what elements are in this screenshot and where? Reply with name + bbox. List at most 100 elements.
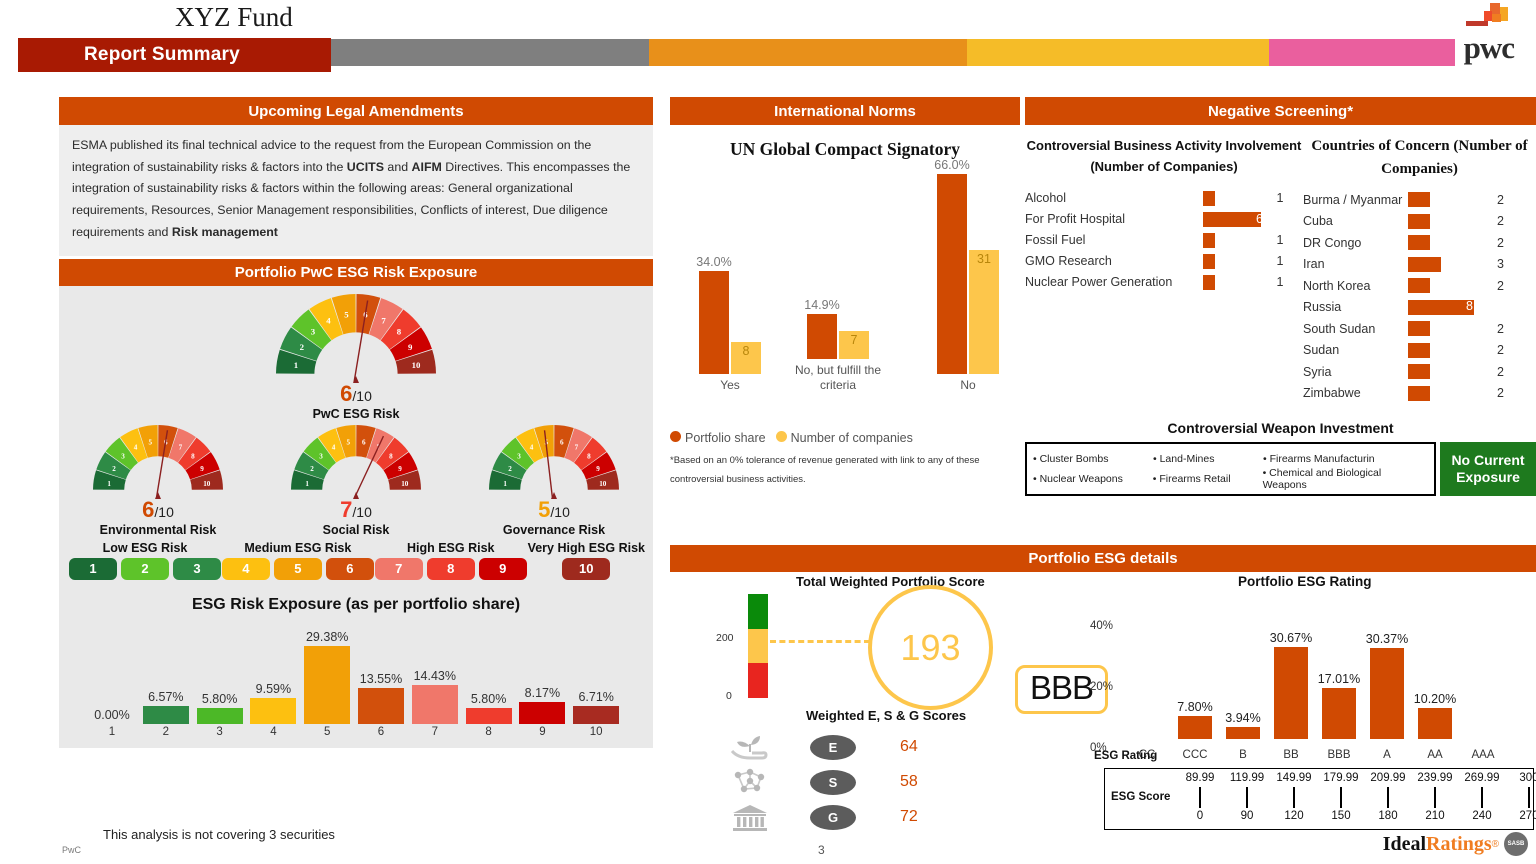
gauge-svg: 12345678910 bbox=[291, 424, 421, 499]
country-bar-track bbox=[1408, 235, 1476, 251]
svg-text:3: 3 bbox=[121, 452, 125, 460]
country-bar-track bbox=[1408, 342, 1476, 358]
gauge-svg: 12345678910 bbox=[489, 424, 619, 499]
country-bar bbox=[1408, 278, 1430, 294]
esg-score-table: ESG Score 89.99 0 119.99 90 149.99 120 179.99 1… bbox=[1104, 768, 1536, 830]
exposure-bar-4: 9.59% bbox=[250, 682, 297, 724]
cba-bar bbox=[1203, 211, 1261, 227]
country-bar-track bbox=[1408, 364, 1476, 380]
international-norms-header: International Norms bbox=[670, 97, 1020, 125]
gauge-label-social: Social Risk bbox=[322, 522, 390, 537]
country-row: Sudan 2 bbox=[1303, 340, 1536, 362]
gauge-social: 123 4 5 6 7 89 10 7/10Social Risk bbox=[291, 424, 421, 537]
svg-text:8: 8 bbox=[587, 452, 591, 460]
esg-pill-G: G bbox=[810, 804, 856, 830]
un-chart-legend: Portfolio share Number of companies bbox=[670, 431, 1020, 445]
exposure-chart-title: ESG Risk Exposure (as per portfolio shar… bbox=[191, 595, 521, 613]
portfolio-esg-details-body: Total Weighted Portfolio Score 200 0 193… bbox=[670, 572, 1536, 842]
svg-text:9: 9 bbox=[398, 465, 402, 473]
svg-text:1: 1 bbox=[107, 479, 111, 487]
cba-bar-track bbox=[1203, 274, 1265, 290]
country-value: 2 bbox=[1497, 343, 1504, 358]
bar-rect bbox=[573, 705, 620, 724]
country-value: 2 bbox=[1497, 386, 1504, 401]
strip-segment-1 bbox=[331, 39, 649, 66]
country-bar bbox=[1408, 299, 1474, 315]
no-exposure-line2: Exposure bbox=[1456, 469, 1520, 485]
cba-bar-track bbox=[1203, 253, 1265, 269]
negative-screening-title: Negative Screening* bbox=[1207, 102, 1354, 120]
cba-bar bbox=[1203, 232, 1215, 248]
gauge-score-value: 6 bbox=[340, 380, 353, 406]
pwc-footer-mark: PwC bbox=[62, 845, 82, 855]
un-category-label: No bbox=[960, 378, 976, 392]
country-value: 2 bbox=[1497, 321, 1504, 336]
rating-bar-CCC: 7.80% bbox=[1177, 700, 1213, 739]
cba-label: GMO Research bbox=[1025, 254, 1112, 269]
rating-bar-label: 30.37% bbox=[1365, 631, 1409, 646]
legal-amendments-title: Upcoming Legal Amendments bbox=[248, 102, 464, 120]
un-global-compact-chart: 34.0% 8 Yes 14.9% 7 No, but fulfill the crite… bbox=[670, 158, 1020, 433]
plant-in-hand-icon bbox=[730, 736, 768, 760]
risk-legend-group-1: Medium ESG Risk 4 5 6 bbox=[221, 541, 374, 580]
svg-text:2: 2 bbox=[310, 465, 314, 473]
rating-x-tick: A bbox=[1383, 749, 1391, 761]
bar-value-label: 6.71% bbox=[578, 689, 614, 704]
rating-bar-A: 30.37% bbox=[1366, 632, 1408, 739]
esg-score-upper: 89.99 bbox=[1185, 772, 1215, 784]
svg-text:2: 2 bbox=[300, 341, 305, 351]
esg-score-column-0: 89.99 0 bbox=[1177, 769, 1223, 822]
rating-bar-label: 10.20% bbox=[1413, 692, 1457, 707]
country-label: Zimbabwe bbox=[1303, 386, 1361, 401]
country-label: DR Congo bbox=[1303, 235, 1362, 250]
bar-rect bbox=[1322, 687, 1356, 739]
report-summary-tab[interactable]: Report Summary bbox=[18, 38, 331, 72]
country-bar-track bbox=[1408, 256, 1476, 272]
exposure-x-tick: 10 bbox=[589, 725, 603, 738]
gauge-score-social: 7/10 bbox=[291, 498, 421, 521]
country-row: Iran 3 bbox=[1303, 254, 1536, 276]
negative-screening-header: Negative Screening* bbox=[1025, 97, 1536, 125]
cba-label: Alcohol bbox=[1025, 191, 1066, 206]
bar-rect bbox=[1274, 647, 1308, 739]
strip-segment-4 bbox=[1269, 39, 1455, 66]
svg-text:2: 2 bbox=[112, 465, 116, 473]
bar-value-label: 8.17% bbox=[524, 685, 561, 700]
legal-bold-aifm: AIFM bbox=[411, 159, 442, 174]
esg-score-lower: 120 bbox=[1284, 810, 1304, 822]
svg-text:10: 10 bbox=[599, 479, 607, 487]
esg-score-lower: 90 bbox=[1240, 810, 1254, 822]
svg-text:3: 3 bbox=[517, 452, 521, 460]
exposure-bar-10: 6.71% bbox=[573, 690, 620, 724]
bar-value-label: 0.00% bbox=[94, 707, 130, 722]
esg-score-upper: 239.99 bbox=[1417, 772, 1453, 784]
svg-text:3: 3 bbox=[311, 326, 316, 336]
un-bar-portfolio-share: 66.0% bbox=[934, 158, 970, 374]
risk-legend-pills: 456 bbox=[221, 557, 374, 580]
exposure-bar-8: 5.80% bbox=[465, 692, 512, 724]
un-bar-label: 34.0% bbox=[696, 254, 732, 269]
country-value: 8 bbox=[1466, 298, 1473, 313]
weapon-item: • Land-Mines bbox=[1153, 453, 1215, 465]
cba-bar-track bbox=[1203, 232, 1265, 248]
cba-value: 6 bbox=[1256, 211, 1263, 226]
svg-text:5: 5 bbox=[346, 438, 350, 446]
gauge-row: 123456789106/10Environmental Risk1234567… bbox=[59, 421, 653, 537]
esg-score-column-5: 239.99 210 bbox=[1412, 769, 1458, 822]
risk-legend-pill: 3 bbox=[173, 557, 221, 580]
no-exposure-line1: No Current bbox=[1451, 451, 1525, 468]
exposure-x-tick: 7 bbox=[431, 725, 438, 738]
strip-segment-3 bbox=[967, 39, 1269, 66]
weapons-row-2: • Nuclear Weapons • Firearms Retail • Chem… bbox=[1033, 467, 1428, 491]
risk-legend-pill: 8 bbox=[426, 557, 475, 580]
risk-legend-title: Very High ESG Risk bbox=[527, 540, 645, 555]
esg-score-column-2: 149.99 120 bbox=[1271, 769, 1317, 822]
esg-score-upper: 149.99 bbox=[1276, 772, 1312, 784]
gauge-label-environmental: Environmental Risk bbox=[99, 522, 217, 537]
svg-text:8: 8 bbox=[397, 326, 402, 336]
gauge-score-denominator: /10 bbox=[550, 503, 570, 520]
gauge-score-denominator: /10 bbox=[352, 387, 372, 404]
rating-bar-BBB: 17.01% bbox=[1318, 672, 1360, 739]
weighted-scores-title: Weighted E, S & G Scores bbox=[806, 708, 967, 723]
rating-x-tick: BBB bbox=[1327, 749, 1351, 761]
